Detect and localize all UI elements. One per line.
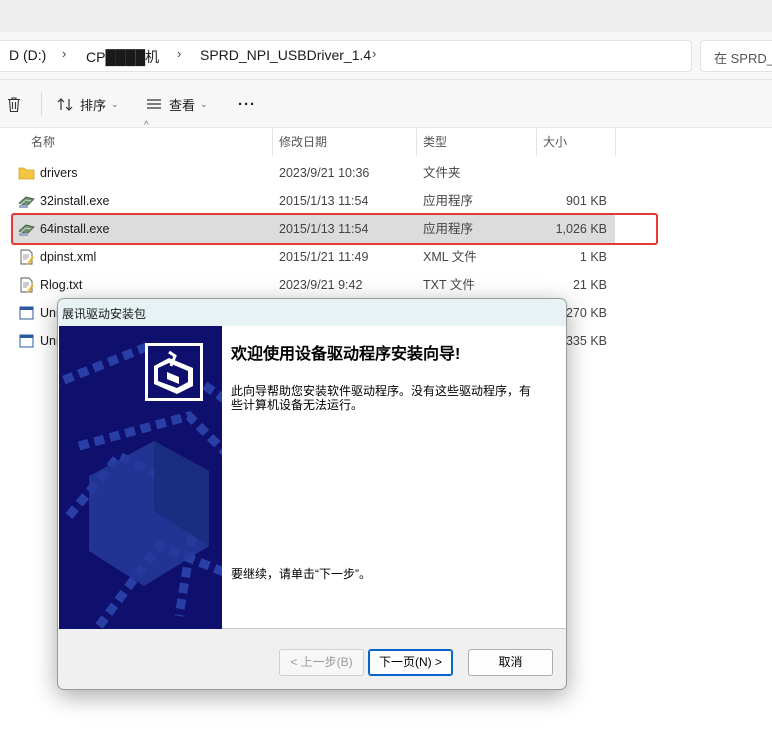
file-row-rlog[interactable]: Rlog.txt 2023/9/21 9:42 TXT 文件 21 KB xyxy=(12,271,615,299)
command-bar: 排序 ⌄ 查看 ⌄ ··· xyxy=(0,80,772,128)
search-input[interactable]: 在 SPRD_ xyxy=(700,40,772,72)
breadcrumb-drive[interactable]: D (D:) xyxy=(9,47,46,63)
folder-icon xyxy=(18,167,35,180)
file-row-32install[interactable]: 32install.exe 2015/1/13 11:54 应用程序 901 K… xyxy=(12,187,615,215)
address-bar: D (D:) › CP████机 › SPRD_NPI_USBDriver_1.… xyxy=(0,32,772,80)
window-top-strip xyxy=(0,0,772,32)
file-name: dpinst.xml xyxy=(40,250,97,264)
file-type: TXT 文件 xyxy=(423,278,475,292)
file-row-drivers[interactable]: drivers 2023/9/21 10:36 文件夹 xyxy=(12,159,615,187)
wizard-heading: 欢迎使用设备驱动程序安装向导! xyxy=(231,346,461,363)
file-type: 文件夹 xyxy=(423,166,461,180)
file-date: 2023/9/21 9:42 xyxy=(279,278,363,292)
file-name: Uni xyxy=(40,334,59,348)
chevron-down-icon: ⌄ xyxy=(111,98,119,109)
app-file-icon xyxy=(19,306,34,320)
installer-dialog: 展讯驱动安装包 欢迎使用设备驱动程序安装向导! 此向导帮助您安装软件驱动程序。没… xyxy=(57,298,567,690)
more-options-button[interactable]: ··· xyxy=(238,94,256,114)
column-divider[interactable] xyxy=(536,128,537,156)
sort-icon xyxy=(57,97,73,111)
wizard-side-banner xyxy=(59,326,222,629)
dialog-titlebar[interactable]: 展讯驱动安装包 xyxy=(58,299,566,326)
column-header-type[interactable]: 类型 xyxy=(423,128,447,156)
installer-icon xyxy=(18,196,35,208)
wizard-description: 此向导帮助您安装软件驱动程序。没有这些驱动程序，有些计算机设备无法运行。 xyxy=(231,384,532,412)
view-label: 查看 xyxy=(169,97,196,113)
view-button[interactable]: 查看 ⌄ xyxy=(146,94,208,114)
chevron-right-icon[interactable]: › xyxy=(177,46,181,61)
column-divider[interactable] xyxy=(416,128,417,156)
text-file-icon xyxy=(20,277,34,293)
column-header-date[interactable]: 修改日期 xyxy=(279,128,327,156)
file-size: 335 KB xyxy=(565,334,607,348)
file-size: 901 KB xyxy=(565,194,607,208)
file-name: Uni xyxy=(40,306,59,320)
back-button[interactable]: < 上一步(B) xyxy=(279,649,364,676)
wizard-continue-text: 要继续，请单击“下一步”。 xyxy=(231,567,371,581)
dialog-title: 展讯驱动安装包 xyxy=(62,307,147,321)
file-name: Rlog.txt xyxy=(40,278,83,292)
wizard-banner-graphic xyxy=(59,326,222,629)
column-divider[interactable] xyxy=(615,128,616,156)
chevron-right-icon[interactable]: › xyxy=(62,46,66,61)
file-name: 32install.exe xyxy=(40,194,110,208)
file-date: 2023/9/21 10:36 xyxy=(279,166,370,180)
xml-file-icon xyxy=(20,249,34,265)
toolbar-divider xyxy=(41,92,42,116)
highlight-annotation xyxy=(11,213,658,245)
file-type: 应用程序 xyxy=(423,194,474,208)
column-divider[interactable] xyxy=(272,128,273,156)
breadcrumb-folder[interactable]: CP████机 xyxy=(86,47,159,67)
sort-button[interactable]: 排序 ⌄ xyxy=(57,94,119,114)
chevron-right-icon[interactable]: › xyxy=(372,46,376,61)
app-file-icon xyxy=(19,334,34,348)
sort-label: 排序 xyxy=(80,97,107,113)
chevron-down-icon: ⌄ xyxy=(200,98,208,109)
column-header-size[interactable]: 大小 xyxy=(543,128,567,156)
file-size: 21 KB xyxy=(572,278,607,292)
wizard-content: 欢迎使用设备驱动程序安装向导! 此向导帮助您安装软件驱动程序。没有这些驱动程序，… xyxy=(222,326,566,629)
file-name: drivers xyxy=(40,166,78,180)
delete-button[interactable] xyxy=(6,94,22,114)
breadcrumb-current-folder[interactable]: SPRD_NPI_USBDriver_1.4 xyxy=(200,47,371,63)
file-size: 270 KB xyxy=(565,306,607,320)
file-date: 2015/1/13 11:54 xyxy=(279,194,369,208)
view-list-icon xyxy=(147,99,161,109)
column-header-name[interactable]: 名称 xyxy=(31,128,55,156)
sort-ascending-icon: ^ xyxy=(144,120,149,131)
file-row-dpinst[interactable]: dpinst.xml 2015/1/21 11:49 XML 文件 1 KB xyxy=(12,243,615,271)
file-size: 1 KB xyxy=(579,250,607,264)
trash-icon xyxy=(8,96,20,112)
file-type: XML 文件 xyxy=(423,250,477,264)
next-button[interactable]: 下一页(N) > xyxy=(368,649,453,676)
file-date: 2015/1/21 11:49 xyxy=(279,250,369,264)
cancel-button[interactable]: 取消 xyxy=(468,649,553,676)
search-placeholder: 在 SPRD_ xyxy=(714,51,772,66)
wizard-body: 欢迎使用设备驱动程序安装向导! 此向导帮助您安装软件驱动程序。没有这些驱动程序，… xyxy=(58,326,566,629)
